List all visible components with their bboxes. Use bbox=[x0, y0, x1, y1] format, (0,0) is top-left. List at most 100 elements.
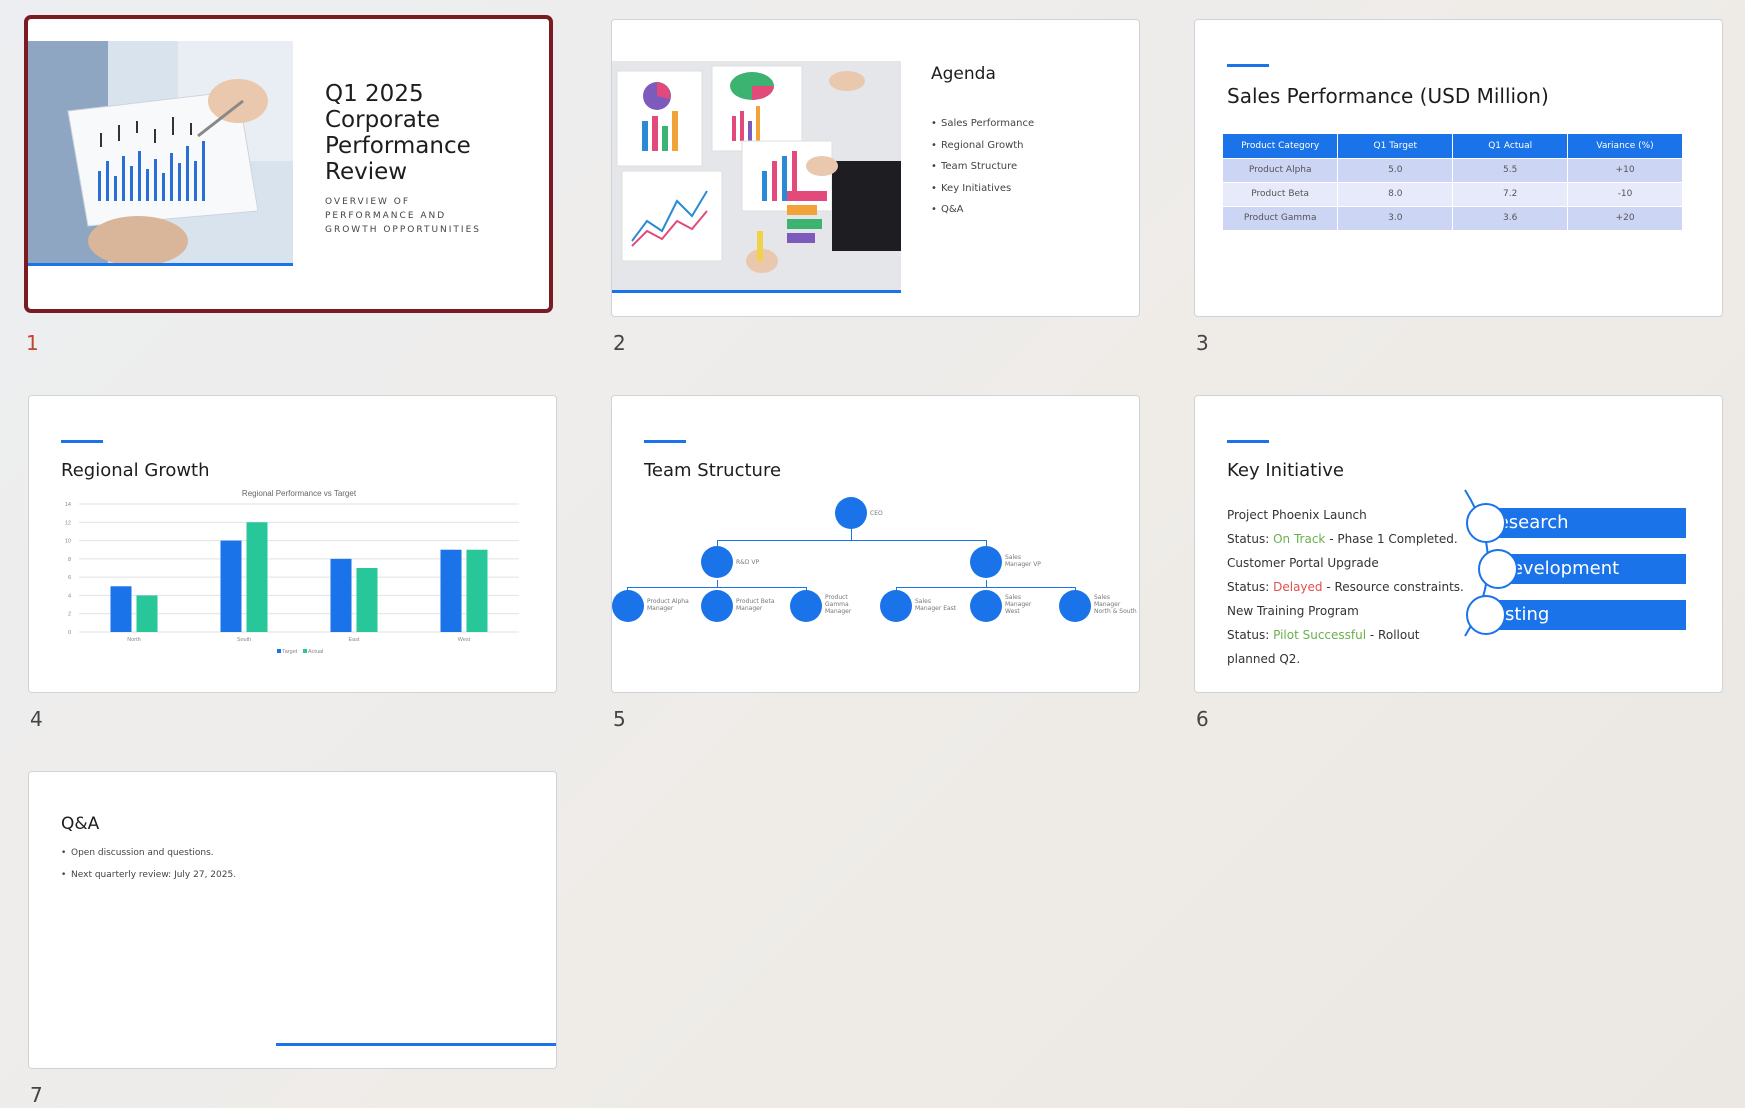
phase-testing: Testing bbox=[1478, 600, 1686, 630]
org-label: Product Alpha Manager bbox=[647, 598, 689, 612]
org-label: Sales Manager VP bbox=[1005, 554, 1041, 568]
x-tick-label: South bbox=[237, 637, 251, 643]
initiatives-list: Project Phoenix Launch Status: On Track … bbox=[1227, 503, 1464, 671]
slide-7[interactable]: Q&A Open discussion and questions. Next … bbox=[28, 771, 557, 1069]
table-cell: 3.0 bbox=[1337, 205, 1454, 230]
slide-thumbnail-1[interactable]: Q1 2025 Corporate Performance Review OVE… bbox=[24, 15, 553, 355]
y-tick-label: 8 bbox=[68, 557, 71, 563]
slide-thumbnail-2[interactable]: Agenda Sales Performance Regional Growth… bbox=[611, 19, 1140, 355]
slide-5[interactable]: Team Structure CEO R&D VP Sales Manager … bbox=[611, 395, 1140, 693]
title-accent-line bbox=[644, 440, 686, 443]
org-node-rd-vp bbox=[701, 546, 733, 578]
qa-item: Open discussion and questions. bbox=[61, 848, 236, 870]
agenda-list: Sales Performance Regional Growth Team S… bbox=[931, 118, 1034, 226]
bar-target-north bbox=[110, 586, 132, 632]
table-row: Product Alpha 5.0 5.5 +10 bbox=[1223, 157, 1683, 182]
slide-number: 1 bbox=[26, 331, 39, 355]
chart-title: Regional Performance vs Target bbox=[242, 489, 357, 498]
table-cell: Product Beta bbox=[1223, 181, 1339, 206]
slide-2[interactable]: Agenda Sales Performance Regional Growth… bbox=[611, 19, 1140, 317]
table-cell: +10 bbox=[1567, 157, 1683, 182]
org-node-gamma bbox=[790, 590, 822, 622]
org-node-west bbox=[970, 590, 1002, 622]
initiative-status: Status: On Track - Phase 1 Completed. bbox=[1227, 532, 1458, 546]
y-tick-label: 10 bbox=[65, 539, 71, 545]
phase-circle bbox=[1478, 549, 1518, 589]
slide-title: Sales Performance (USD Million) bbox=[1227, 84, 1549, 108]
bar-actual-north bbox=[136, 595, 158, 632]
table-cell: 7.2 bbox=[1452, 181, 1569, 206]
y-tick-label: 6 bbox=[68, 575, 71, 581]
legend-label: Target bbox=[282, 649, 298, 655]
slide-title: Q&A bbox=[61, 814, 100, 834]
org-label: Product Beta Manager bbox=[736, 598, 775, 612]
legend-label: Actual bbox=[308, 649, 323, 655]
slide-number: 3 bbox=[1196, 331, 1209, 355]
initiative-name: Customer Portal Upgrade bbox=[1227, 556, 1379, 570]
slide-subtitle: OVERVIEW OF PERFORMANCE AND GROWTH OPPOR… bbox=[325, 197, 481, 235]
org-node-beta bbox=[701, 590, 733, 622]
y-tick-label: 0 bbox=[68, 630, 71, 636]
x-tick-label: North bbox=[127, 637, 140, 643]
initiative-status: Status: Delayed - Resource constraints. bbox=[1227, 580, 1464, 594]
bar-target-east bbox=[330, 558, 352, 632]
slide-title: Agenda bbox=[931, 64, 996, 84]
analytics-desk-photo bbox=[612, 61, 901, 293]
bar-target-south bbox=[220, 540, 242, 632]
initiative-name: New Training Program bbox=[1227, 604, 1359, 618]
y-tick-label: 12 bbox=[65, 520, 71, 526]
bar-actual-south bbox=[246, 522, 268, 632]
org-node-alpha bbox=[612, 590, 644, 622]
table-cell: Product Gamma bbox=[1223, 205, 1339, 230]
slide-4[interactable]: Regional Growth Regional Performance vs … bbox=[28, 395, 557, 693]
table-cell: 5.5 bbox=[1452, 157, 1569, 182]
table-row: Product Gamma 3.0 3.6 +20 bbox=[1223, 205, 1683, 230]
table-cell: -10 bbox=[1567, 181, 1683, 206]
org-node-east bbox=[880, 590, 912, 622]
slide-title: Q1 2025 Corporate Performance Review bbox=[325, 81, 471, 185]
org-node-ceo bbox=[835, 497, 867, 529]
table-header-cell: Product Category bbox=[1223, 134, 1339, 158]
table-header-cell: Q1 Actual bbox=[1452, 134, 1569, 158]
business-chart-photo bbox=[28, 41, 293, 266]
footer-accent-line bbox=[276, 1043, 556, 1046]
slide-thumbnail-5[interactable]: Team Structure CEO R&D VP Sales Manager … bbox=[611, 395, 1140, 731]
slide-6[interactable]: Key Initiative Project Phoenix Launch St… bbox=[1194, 395, 1723, 693]
slide-thumbnail-3[interactable]: Sales Performance (USD Million) Product … bbox=[1194, 19, 1723, 355]
table-header-cell: Q1 Target bbox=[1337, 134, 1454, 158]
org-label: R&D VP bbox=[736, 559, 760, 566]
phase-research: Research bbox=[1478, 508, 1686, 538]
slide-thumbnail-7[interactable]: Q&A Open discussion and questions. Next … bbox=[28, 771, 557, 1107]
bar-target-west bbox=[440, 549, 462, 632]
slide-number: 6 bbox=[1196, 707, 1209, 731]
org-connector bbox=[627, 587, 807, 588]
x-tick-label: West bbox=[458, 637, 471, 643]
slide-3[interactable]: Sales Performance (USD Million) Product … bbox=[1194, 19, 1723, 317]
phase-development: Development bbox=[1490, 554, 1686, 584]
slide-thumbnail-4[interactable]: Regional Growth Regional Performance vs … bbox=[28, 395, 557, 731]
bar-actual-west bbox=[466, 549, 488, 632]
y-tick-label: 2 bbox=[68, 612, 71, 618]
org-connector bbox=[896, 587, 1076, 588]
agenda-item: Regional Growth bbox=[931, 140, 1034, 162]
slide-title: Key Initiative bbox=[1227, 460, 1344, 481]
qa-item: Next quarterly review: July 27, 2025. bbox=[61, 870, 236, 892]
table-cell: Product Alpha bbox=[1223, 157, 1339, 182]
title-accent-line bbox=[1227, 440, 1269, 443]
slide-title: Regional Growth bbox=[61, 460, 210, 481]
table-header-row: Product Category Q1 Target Q1 Actual Var… bbox=[1223, 134, 1683, 158]
table-cell: 8.0 bbox=[1337, 181, 1454, 206]
slide-1[interactable]: Q1 2025 Corporate Performance Review OVE… bbox=[24, 15, 553, 313]
table-cell: +20 bbox=[1567, 205, 1683, 230]
slide-thumbnail-6[interactable]: Key Initiative Project Phoenix Launch St… bbox=[1194, 395, 1723, 731]
y-tick-label: 14 bbox=[65, 502, 71, 508]
org-label: CEO bbox=[870, 510, 883, 517]
slide-number: 7 bbox=[30, 1083, 43, 1107]
org-node-north-south bbox=[1059, 590, 1091, 622]
org-connector bbox=[717, 540, 987, 541]
title-accent-line bbox=[1227, 64, 1269, 67]
title-accent-line bbox=[61, 440, 103, 443]
initiative-status: Status: Pilot Successful - Rollout bbox=[1227, 628, 1420, 642]
table-cell: 3.6 bbox=[1452, 205, 1569, 230]
org-label: Sales Manager North & South bbox=[1094, 594, 1137, 615]
